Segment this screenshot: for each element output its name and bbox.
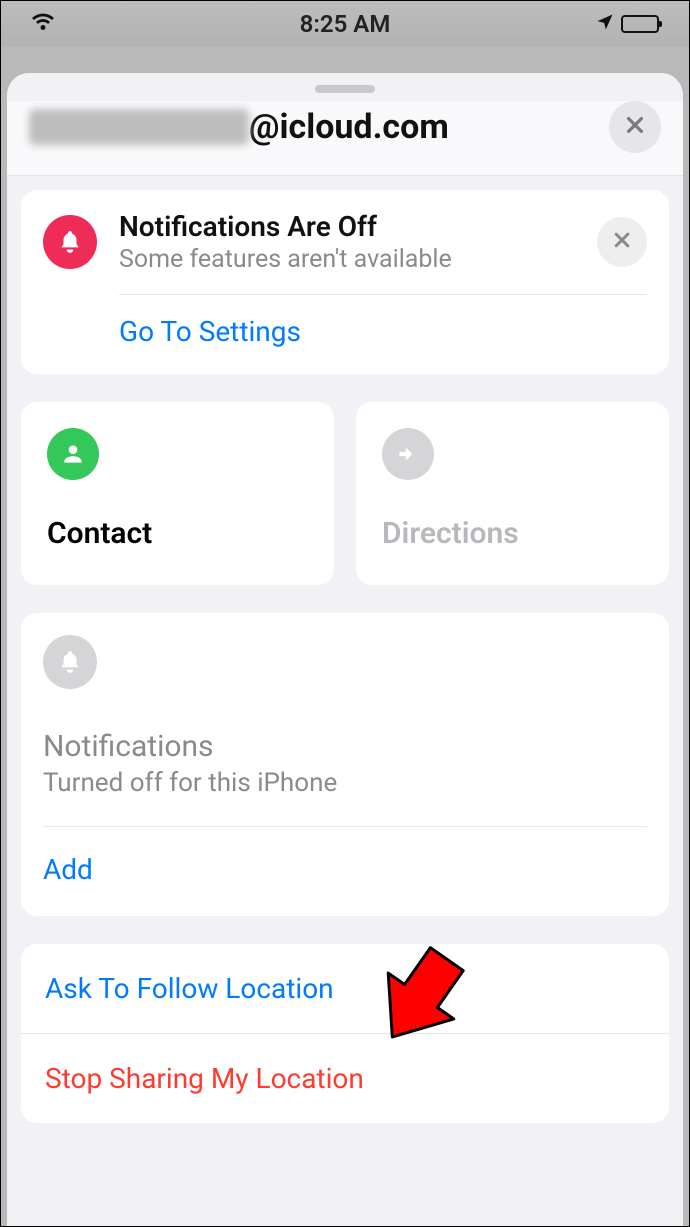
directions-icon: [382, 428, 434, 480]
notifications-title: Notifications: [43, 729, 647, 764]
contact-label: Contact: [47, 516, 308, 551]
dismiss-notif-button[interactable]: [597, 217, 647, 267]
go-to-settings-link[interactable]: Go To Settings: [43, 295, 647, 374]
redacted-name: [29, 109, 249, 145]
close-button[interactable]: [609, 101, 661, 153]
stop-sharing-button[interactable]: Stop Sharing My Location: [21, 1034, 669, 1123]
tiles-row: Contact Directions: [21, 402, 669, 585]
directions-tile: Directions: [356, 402, 669, 585]
notif-row: Notifications Are Off Some features aren…: [43, 210, 647, 274]
ask-to-follow-button[interactable]: Ask To Follow Location: [21, 944, 669, 1033]
status-bar: 8:25 AM: [1, 1, 689, 46]
contact-sheet: @icloud.com Notifications Are Off Some f…: [7, 73, 683, 1226]
bell-icon: [43, 215, 97, 269]
sheet-content: Notifications Are Off Some features aren…: [7, 176, 683, 1137]
add-notification-button[interactable]: Add: [43, 827, 647, 916]
person-icon: [47, 428, 99, 480]
notifications-off-card: Notifications Are Off Some features aren…: [21, 190, 669, 374]
title-suffix: @icloud.com: [249, 107, 449, 147]
battery-icon: [621, 15, 659, 33]
notif-subtitle: Some features aren't available: [119, 245, 575, 274]
status-left: [31, 10, 55, 38]
sheet-grabber[interactable]: [315, 85, 375, 93]
close-icon: [612, 230, 632, 254]
wifi-icon: [31, 10, 55, 38]
status-time: 8:25 AM: [300, 10, 391, 38]
notifications-subtitle: Turned off for this iPhone: [43, 768, 647, 798]
status-right: [595, 10, 659, 38]
close-icon: [624, 114, 646, 140]
location-services-icon: [595, 10, 615, 38]
sheet-title: @icloud.com: [29, 107, 595, 147]
notifications-section: Notifications Turned off for this iPhone…: [21, 613, 669, 916]
notif-title: Notifications Are Off: [119, 210, 575, 243]
sheet-header: @icloud.com: [7, 101, 683, 176]
location-actions: Ask To Follow Location Stop Sharing My L…: [21, 944, 669, 1123]
bell-icon-grey: [43, 635, 97, 689]
directions-label: Directions: [382, 516, 643, 551]
contact-tile[interactable]: Contact: [21, 402, 334, 585]
